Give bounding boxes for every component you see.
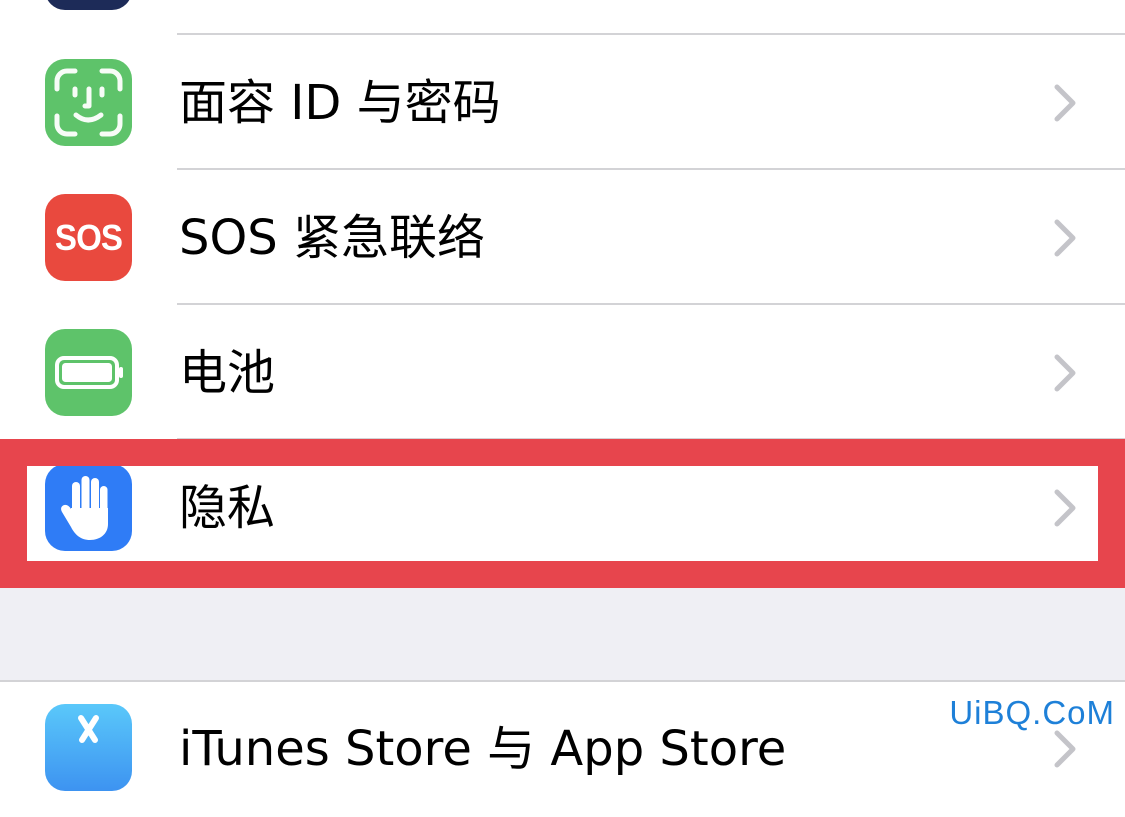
previous-item-icon <box>45 0 132 10</box>
settings-row-face-id[interactable]: 面容 ID 与密码 <box>0 35 1125 170</box>
settings-row-sos[interactable]: SOS SOS 紧急联络 <box>0 170 1125 305</box>
settings-list: 面容 ID 与密码 SOS SOS 紧急联络 电池 隐私 <box>0 0 1125 588</box>
sos-icon-text: SOS <box>54 217 123 258</box>
chevron-right-icon <box>1054 730 1076 768</box>
row-label-privacy: 隐私 <box>179 479 276 536</box>
settings-row-privacy[interactable]: 隐私 <box>0 440 1125 575</box>
face-id-icon <box>45 59 132 146</box>
row-label-sos: SOS 紧急联络 <box>179 209 485 266</box>
section-gap <box>0 588 1125 680</box>
sos-icon: SOS <box>45 194 132 281</box>
chevron-right-icon <box>1054 84 1076 121</box>
chevron-right-icon <box>1054 219 1076 256</box>
app-store-icon <box>45 704 132 791</box>
chevron-right-icon <box>1054 354 1076 391</box>
row-label-itunes-app-store: iTunes Store 与 App Store <box>179 721 787 777</box>
row-label-face-id: 面容 ID 与密码 <box>179 74 501 131</box>
privacy-hand-icon <box>45 464 132 551</box>
battery-icon <box>45 329 132 416</box>
row-label-battery: 电池 <box>179 344 276 401</box>
settings-row-battery[interactable]: 电池 <box>0 305 1125 440</box>
watermark: UiBQ.CoM <box>949 694 1115 731</box>
chevron-right-icon <box>1054 489 1076 526</box>
